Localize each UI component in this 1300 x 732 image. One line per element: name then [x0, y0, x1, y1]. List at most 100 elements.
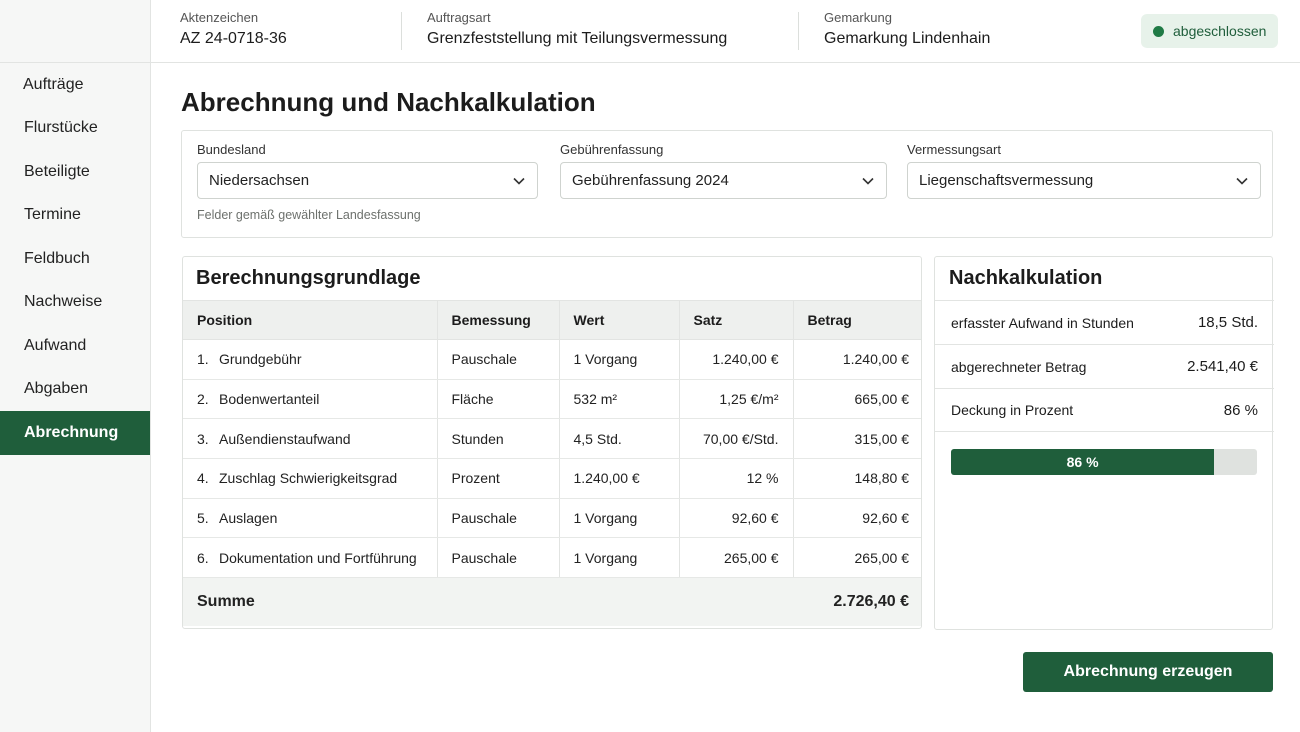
coverage-progress-fill: 86 %	[951, 449, 1215, 475]
kv-label: erfasster Aufwand in Stunden	[951, 314, 1134, 331]
page-title: Abrechnung und Nachkalkulation	[181, 87, 596, 117]
cell-wert: 4,5 Std.	[558, 418, 679, 460]
chevron-down-icon	[1235, 174, 1249, 188]
auftragsart-label: Auftragsart	[427, 10, 491, 25]
sidebar-item-abgaben[interactable]: Abgaben	[0, 368, 150, 412]
sum-row: Summe 2.726,40 €	[183, 577, 921, 626]
kv-row-amount: abgerechneter Betrag 2.541,40 €	[935, 344, 1274, 388]
table-row[interactable]: 5. Auslagen Pauschale 1 Vorgang 92,60 € 9…	[183, 498, 921, 539]
column-header-betrag[interactable]: Betrag	[792, 300, 921, 340]
cell-position: 5. Auslagen	[183, 498, 437, 539]
cell-bemessung: Pauschale	[436, 537, 559, 579]
position-index: 2.	[197, 391, 209, 408]
table-row[interactable]: 6. Dokumentation und Fortführung Pauschal…	[183, 537, 921, 579]
header-divider	[798, 12, 799, 50]
chevron-down-icon	[512, 174, 526, 188]
sidebar-item-abrechnung[interactable]: Abrechnung	[0, 411, 150, 455]
kv-value: 18,5 Std.	[1197, 314, 1258, 331]
cell-position: 4. Zuschlag Schwierigkeitsgrad	[183, 458, 437, 499]
position-name: Grundgebühr	[219, 351, 302, 368]
cell-betrag: 315,00 €	[792, 418, 921, 460]
coverage-progress-bar: 86 %	[951, 449, 1257, 475]
cell-position: 3. Außendienstaufwand	[183, 418, 437, 460]
calculation-title: Berechnungsgrundlage	[196, 267, 421, 289]
gemarkung-value: Gemarkung Lindenhain	[824, 30, 991, 47]
sidebar-header	[0, 0, 150, 63]
cell-betrag: 265,00 €	[792, 537, 921, 579]
aktenzeichen-value: AZ 24-0718-36	[180, 30, 287, 47]
cell-bemessung: Fläche	[436, 379, 559, 420]
kv-value: 2.541,40 €	[1187, 358, 1258, 375]
cell-satz: 92,60 €	[678, 498, 793, 539]
cell-satz: 12 %	[678, 458, 793, 499]
column-header-wert[interactable]: Wert	[558, 300, 679, 340]
sidebar-item-aufwand[interactable]: Aufwand	[0, 324, 150, 368]
position-index: 6.	[197, 549, 209, 566]
chevron-down-icon	[861, 174, 875, 188]
position-name: Außendienstaufwand	[219, 430, 351, 447]
sidebar-item-beteiligte[interactable]: Beteiligte	[0, 150, 150, 194]
sum-spacer	[679, 577, 793, 626]
position-index: 4.	[197, 470, 209, 487]
create-invoice-button[interactable]: Abrechnung erzeugen	[1023, 652, 1273, 692]
gebuehrenfassung-select[interactable]: Gebührenfassung 2024	[560, 162, 887, 199]
cell-betrag: 1.240,00 €	[792, 339, 921, 380]
sidebar-item-feldbuch[interactable]: Feldbuch	[0, 237, 150, 281]
kv-value: 86 %	[1223, 401, 1258, 419]
position-name: Zuschlag Schwierigkeitsgrad	[219, 470, 398, 487]
cell-position: 2. Bodenwertanteil	[183, 379, 437, 420]
vermessungsart-label: Vermessungsart	[907, 142, 1001, 157]
sum-spacer	[559, 577, 679, 626]
position-name: Auslagen	[219, 510, 278, 527]
calculation-table: Position Bemessung Wert Satz Betrag 1. Gr…	[183, 300, 921, 626]
column-header-bemessung[interactable]: Bemessung	[436, 300, 559, 340]
sidebar-item-termine[interactable]: Termine	[0, 194, 150, 238]
sidebar: Aufträge Flurstücke Beteiligte Termine F…	[0, 0, 151, 732]
table-row[interactable]: 1. Grundgebühr Pauschale 1 Vorgang 1.240,…	[183, 339, 921, 380]
cell-satz: 265,00 €	[678, 537, 793, 579]
vermessungsart-value: Liegenschaftsvermessung	[919, 172, 1094, 189]
table-row[interactable]: 4. Zuschlag Schwierigkeitsgrad Prozent 1.…	[183, 458, 921, 499]
bundesland-label: Bundesland	[197, 142, 266, 157]
sum-spacer	[437, 577, 559, 626]
sidebar-item-nachweise[interactable]: Nachweise	[0, 281, 150, 325]
cell-position: 6. Dokumentation und Fortführung	[183, 537, 437, 579]
position-name: Bodenwertanteil	[219, 391, 320, 408]
sidebar-item-flurstuecke[interactable]: Flurstücke	[0, 107, 150, 151]
table-header-row: Position Bemessung Wert Satz Betrag	[183, 300, 921, 340]
cell-position: 1. Grundgebühr	[183, 339, 437, 380]
status-text: abgeschlossen	[1173, 23, 1267, 39]
sidebar-item-auftraege[interactable]: Aufträge	[0, 63, 150, 107]
bundesland-select[interactable]: Niedersachsen	[197, 162, 538, 199]
gebuehrenfassung-label: Gebührenfassung	[560, 142, 664, 157]
cell-betrag: 92,60 €	[792, 498, 921, 539]
aktenzeichen-block: Aktenzeichen AZ 24-0718-36	[180, 10, 287, 48]
cell-wert: 1 Vorgang	[558, 537, 679, 579]
column-header-satz[interactable]: Satz	[678, 300, 793, 340]
cell-betrag: 148,80 €	[792, 458, 921, 499]
calculation-card: Berechnungsgrundlage Position Bemessung …	[182, 256, 922, 629]
table-row[interactable]: 3. Außendienstaufwand Stunden 4,5 Std. 70…	[183, 418, 921, 460]
bundesland-value: Niedersachsen	[209, 172, 310, 189]
auftragsart-value: Grenzfeststellung mit Teilungsvermessung	[427, 30, 728, 47]
table-row[interactable]: 2. Bodenwertanteil Fläche 532 m² 1,25 €/m…	[183, 379, 921, 420]
vermessungsart-select[interactable]: Liegenschaftsvermessung	[907, 162, 1261, 199]
gemarkung-label: Gemarkung	[824, 10, 892, 25]
position-index: 5.	[197, 510, 209, 527]
filter-panel: Bundesland Niedersachsen Gebührenfassung…	[181, 130, 1273, 238]
cell-bemessung: Prozent	[436, 458, 559, 499]
sum-label: Summe	[183, 577, 437, 626]
cell-bemessung: Stunden	[436, 418, 559, 460]
header-divider	[401, 12, 402, 50]
gebuehrenfassung-value: Gebührenfassung 2024	[572, 172, 729, 189]
position-index: 3.	[197, 430, 209, 447]
filter-hint: Felder gemäß gewählter Landesfassung	[197, 208, 421, 222]
position-index: 1.	[197, 351, 209, 368]
auftragsart-block: Auftragsart Grenzfeststellung mit Teilun…	[427, 10, 727, 48]
kv-row-coverage: Deckung in Prozent 86 %	[935, 388, 1274, 432]
cell-betrag: 665,00 €	[792, 379, 921, 420]
cell-wert: 1.240,00 €	[558, 458, 679, 499]
column-header-position[interactable]: Position	[183, 300, 437, 340]
sum-value: 2.726,40 €	[793, 577, 921, 626]
cell-wert: 1 Vorgang	[558, 339, 679, 380]
